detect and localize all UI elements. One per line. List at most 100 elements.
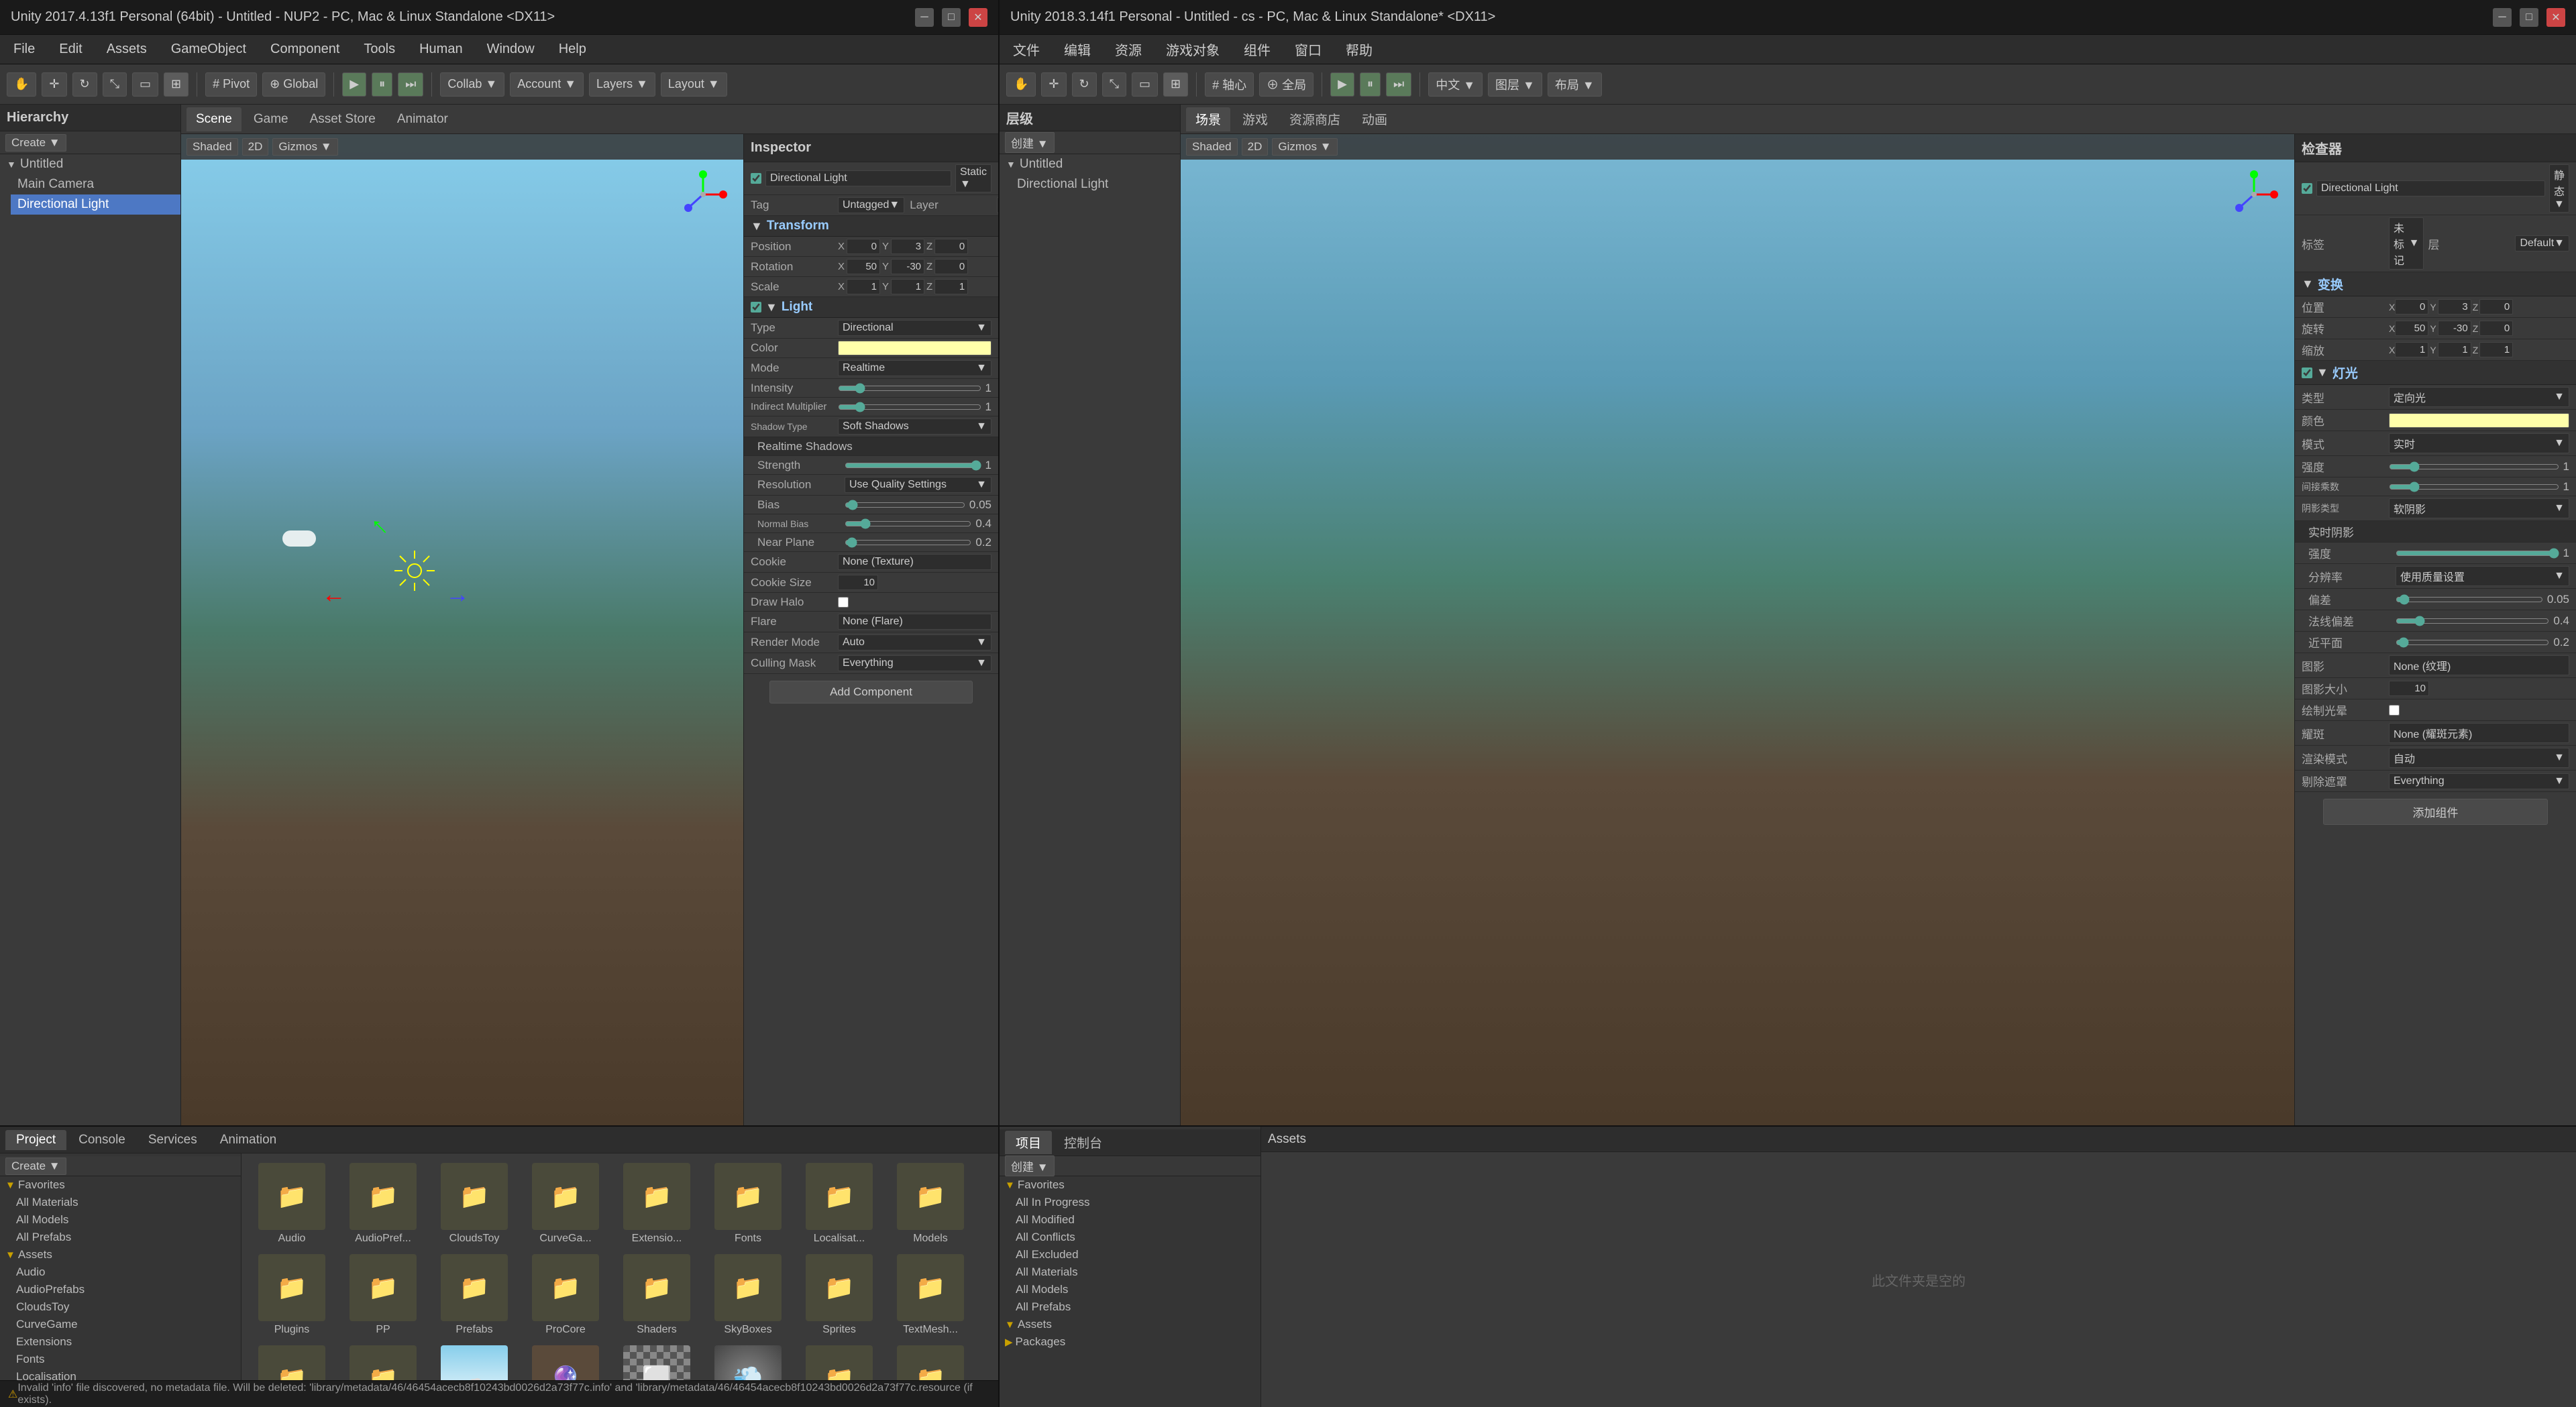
flare-dropdown[interactable]: None (Flare) xyxy=(838,614,991,630)
r-tree-allprefabs[interactable]: All Prefabs xyxy=(1010,1298,1260,1316)
tab-animator[interactable]: Animator xyxy=(388,107,458,131)
tree-audio[interactable]: Audio xyxy=(11,1263,241,1281)
r-shading-btn[interactable]: Shaded xyxy=(1186,138,1238,156)
tab-scene[interactable]: Scene xyxy=(186,107,241,131)
move-tool[interactable]: ✛ xyxy=(42,72,66,97)
hier-item-camera[interactable]: Main Camera xyxy=(11,174,180,194)
gizmos-btn[interactable]: Gizmos ▼ xyxy=(272,138,337,156)
draw-halo-toggle[interactable] xyxy=(838,597,849,608)
r-intensity-slider[interactable] xyxy=(2389,464,2559,469)
ptab-services[interactable]: Services xyxy=(138,1130,208,1150)
r-ptab-console[interactable]: 控制台 xyxy=(1053,1131,1113,1154)
r-pos-y[interactable] xyxy=(2438,299,2471,315)
tree-audioprefabs[interactable]: AudioPrefabs xyxy=(11,1281,241,1298)
minimize-btn-left[interactable]: ─ xyxy=(915,8,934,27)
pivot-btn[interactable]: # Pivot xyxy=(205,72,257,97)
r-tab-scene[interactable]: 场景 xyxy=(1186,107,1230,131)
cookie-dropdown[interactable]: None (Texture) xyxy=(838,554,991,570)
r-tree-allmodels[interactable]: All Models xyxy=(1010,1281,1260,1298)
menu-wenjian[interactable]: 文件 xyxy=(1008,37,1045,62)
menu-bangzhu[interactable]: 帮助 xyxy=(1340,37,1378,62)
r-scale-x[interactable] xyxy=(2395,342,2428,357)
resolution-dropdown[interactable]: Use Quality Settings ▼ xyxy=(845,477,991,493)
shading-btn[interactable]: Shaded xyxy=(186,138,238,156)
r-flare-dropdown[interactable]: None (耀斑元素) xyxy=(2389,723,2569,743)
light-enable[interactable] xyxy=(751,302,761,313)
asset-cloudstoy[interactable]: 📁 CloudsToy xyxy=(431,1160,518,1247)
transform-tool[interactable]: ⊞ xyxy=(164,72,189,97)
asset-fonts[interactable]: 📁 Fonts xyxy=(704,1160,792,1247)
tree-all-materials[interactable]: All Materials xyxy=(11,1194,241,1211)
asset-pp[interactable]: 📁 PP xyxy=(339,1251,427,1339)
indirect-slider[interactable] xyxy=(838,404,981,410)
r-tab-assetstore[interactable]: 资源商店 xyxy=(1280,107,1350,131)
hand-tool[interactable]: ✋ xyxy=(7,72,36,97)
hier-item-untitled[interactable]: ▼ Untitled xyxy=(0,154,180,174)
scale-x[interactable] xyxy=(847,279,880,294)
r-normal-bias-slider[interactable] xyxy=(2396,618,2549,624)
r-tree-allmodified[interactable]: All Modified xyxy=(1010,1211,1260,1229)
asset-environ2[interactable]: 📁 Environ... xyxy=(887,1343,974,1380)
bias-slider[interactable] xyxy=(845,502,965,508)
menu-chuangkou[interactable]: 窗口 xyxy=(1289,37,1327,62)
r-shadow-type-dropdown[interactable]: 软阴影 ▼ xyxy=(2389,498,2569,518)
asset-checker[interactable]: ⬜ Checker xyxy=(613,1343,700,1380)
rotate-tool[interactable]: ↻ xyxy=(72,72,97,97)
tree-localisation[interactable]: Localisation xyxy=(11,1368,241,1380)
collab-btn[interactable]: Collab ▼ xyxy=(440,72,504,97)
close-btn-right[interactable]: ✕ xyxy=(2546,8,2565,27)
menu-tools[interactable]: Tools xyxy=(358,39,400,60)
right-scene-viewport[interactable]: Shaded 2D Gizmos ▼ xyxy=(1181,134,2294,1125)
strength-slider[interactable] xyxy=(845,463,981,468)
r-global-btn[interactable]: ⊕ 全局 xyxy=(1259,72,1313,97)
r-layout-btn[interactable]: 布局 ▼ xyxy=(1548,72,1602,97)
2d-btn[interactable]: 2D xyxy=(242,138,269,156)
tab-game[interactable]: Game xyxy=(244,107,298,131)
hierarchy-create-btn[interactable]: Create ▼ xyxy=(5,134,66,152)
r-resolution-dropdown[interactable]: 使用质量设置 ▼ xyxy=(2396,566,2569,586)
r-pause-btn[interactable]: ⏸ xyxy=(1360,72,1381,97)
asset-localisation[interactable]: 📁 Localisat... xyxy=(796,1160,883,1247)
asset-curvega[interactable]: 📁 CurveGa... xyxy=(522,1160,609,1247)
r-layer-dropdown[interactable]: Default ▼ xyxy=(2515,235,2569,251)
maximize-btn-left[interactable]: □ xyxy=(942,8,961,27)
rot-x[interactable] xyxy=(847,259,880,274)
menu-assets[interactable]: Assets xyxy=(101,39,152,60)
menu-edit[interactable]: Edit xyxy=(54,39,87,60)
r-hier-untitled[interactable]: ▼ Untitled xyxy=(1000,154,1180,174)
r-transform-tool[interactable]: ⊞ xyxy=(1163,72,1188,97)
object-active-toggle[interactable] xyxy=(751,173,761,184)
ptab-console[interactable]: Console xyxy=(68,1130,136,1150)
asset-vfx[interactable]: 📁 VFX xyxy=(248,1343,335,1380)
r-create-btn[interactable]: 创建 ▼ xyxy=(1005,1156,1055,1176)
r-scale-z[interactable] xyxy=(2479,342,2513,357)
intensity-slider[interactable] xyxy=(838,386,981,391)
static-dropdown[interactable]: Static ▼ xyxy=(955,164,991,192)
menu-help[interactable]: Help xyxy=(553,39,592,60)
asset-textmesh[interactable]: 📁 TextMesh... xyxy=(887,1251,974,1339)
r-tab-game[interactable]: 游戏 xyxy=(1233,107,1277,131)
r-static-dropdown[interactable]: 静态 ▼ xyxy=(2549,164,2569,213)
r-tree-allconflicts[interactable]: All Conflicts xyxy=(1010,1229,1260,1246)
add-component-btn[interactable]: Add Component xyxy=(769,681,973,704)
menu-human[interactable]: Human xyxy=(414,39,468,60)
pos-y[interactable] xyxy=(891,239,924,254)
tree-assets-root[interactable]: ▼ Assets xyxy=(0,1246,241,1263)
layout-btn[interactable]: Layout ▼ xyxy=(661,72,727,97)
step-btn[interactable]: ⏭ xyxy=(398,72,423,97)
asset-worksho2[interactable]: 🔮 Worksho... xyxy=(522,1343,609,1380)
render-mode-dropdown[interactable]: Auto ▼ xyxy=(838,634,991,651)
asset-plugins[interactable]: 📁 Plugins xyxy=(248,1251,335,1339)
tab-asset-store[interactable]: Asset Store xyxy=(301,107,385,131)
r-pivot-btn[interactable]: # 轴心 xyxy=(1205,72,1254,97)
r-rot-z[interactable] xyxy=(2479,321,2513,336)
r-tree-favorites[interactable]: ▼ Favorites xyxy=(1000,1176,1260,1194)
rect-tool[interactable]: ▭ xyxy=(132,72,158,97)
r-account-btn[interactable]: 中文 ▼ xyxy=(1428,72,1483,97)
r-tree-allmaterials[interactable]: All Materials xyxy=(1010,1263,1260,1281)
scale-y[interactable] xyxy=(891,279,924,294)
r-tree-allexcluded[interactable]: All Excluded xyxy=(1010,1246,1260,1263)
cookie-size-field[interactable] xyxy=(838,575,878,590)
tree-favorites[interactable]: ▼ Favorites xyxy=(0,1176,241,1194)
r-color-picker[interactable] xyxy=(2389,413,2569,428)
